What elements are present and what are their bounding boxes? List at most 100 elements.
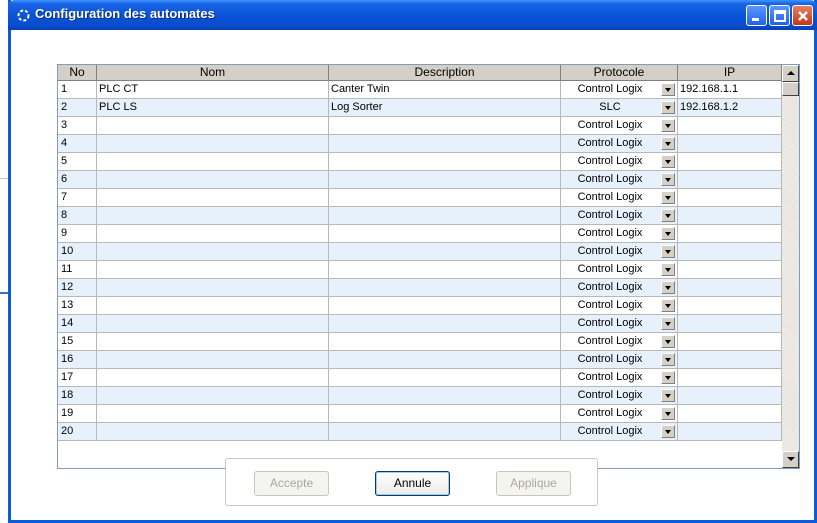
cell-no[interactable]: 4 <box>58 135 97 153</box>
cell-no[interactable]: 1 <box>58 81 97 99</box>
cell-ip[interactable] <box>678 423 782 441</box>
table-row[interactable]: 3 Control Logix <box>58 117 782 135</box>
cell-no[interactable]: 5 <box>58 153 97 171</box>
cell-ip[interactable] <box>678 135 782 153</box>
cell-protocole[interactable]: Control Logix <box>561 297 678 315</box>
cell-protocole[interactable]: Control Logix <box>561 279 678 297</box>
dropdown-arrow-icon[interactable] <box>661 227 675 240</box>
cell-no[interactable]: 12 <box>58 279 97 297</box>
cell-ip[interactable] <box>678 207 782 225</box>
cancel-button[interactable]: Annule <box>375 471 450 496</box>
table-row[interactable]: 9 Control Logix <box>58 225 782 243</box>
cell-nom[interactable] <box>97 297 329 315</box>
table-row[interactable]: 19 Control Logix <box>58 405 782 423</box>
dropdown-arrow-icon[interactable] <box>661 263 675 276</box>
cell-no[interactable]: 11 <box>58 261 97 279</box>
cell-protocole[interactable]: Control Logix <box>561 135 678 153</box>
cell-description[interactable] <box>329 405 561 423</box>
cell-no[interactable]: 2 <box>58 99 97 117</box>
cell-ip[interactable]: 192.168.1.2 <box>678 99 782 117</box>
table-row[interactable]: 5 Control Logix <box>58 153 782 171</box>
cell-nom[interactable] <box>97 189 329 207</box>
cell-nom[interactable] <box>97 351 329 369</box>
cell-nom[interactable] <box>97 117 329 135</box>
cell-ip[interactable] <box>678 333 782 351</box>
cell-nom[interactable] <box>97 279 329 297</box>
cell-no[interactable]: 17 <box>58 369 97 387</box>
cell-ip[interactable] <box>678 171 782 189</box>
table-row[interactable]: 18 Control Logix <box>58 387 782 405</box>
cell-ip[interactable] <box>678 297 782 315</box>
cell-no[interactable]: 13 <box>58 297 97 315</box>
cell-protocole[interactable]: Control Logix <box>561 189 678 207</box>
cell-description[interactable] <box>329 315 561 333</box>
cell-ip[interactable] <box>678 261 782 279</box>
minimize-button[interactable] <box>746 5 767 26</box>
vertical-scrollbar[interactable] <box>782 65 799 468</box>
dropdown-arrow-icon[interactable] <box>661 137 675 150</box>
cell-ip[interactable] <box>678 387 782 405</box>
cell-no[interactable]: 15 <box>58 333 97 351</box>
scroll-up-button[interactable] <box>782 65 799 82</box>
cell-nom[interactable] <box>97 225 329 243</box>
table-row[interactable]: 13 Control Logix <box>58 297 782 315</box>
maximize-button[interactable] <box>769 5 790 26</box>
cell-ip[interactable]: 192.168.1.1 <box>678 81 782 99</box>
cell-no[interactable]: 8 <box>58 207 97 225</box>
cell-description[interactable] <box>329 369 561 387</box>
cell-protocole[interactable]: SLC <box>561 99 678 117</box>
table-row[interactable]: 6 Control Logix <box>58 171 782 189</box>
cell-description[interactable] <box>329 153 561 171</box>
cell-nom[interactable] <box>97 387 329 405</box>
dropdown-arrow-icon[interactable] <box>661 83 675 96</box>
cell-nom[interactable] <box>97 153 329 171</box>
dropdown-arrow-icon[interactable] <box>661 245 675 258</box>
dropdown-arrow-icon[interactable] <box>661 281 675 294</box>
table-row[interactable]: 2 PLC LS Log Sorter SLC 192.168.1.2 <box>58 99 782 117</box>
header-ip[interactable]: IP <box>678 65 782 81</box>
cell-nom[interactable] <box>97 369 329 387</box>
table-row[interactable]: 16 Control Logix <box>58 351 782 369</box>
cell-ip[interactable] <box>678 369 782 387</box>
cell-protocole[interactable]: Control Logix <box>561 351 678 369</box>
cell-protocole[interactable]: Control Logix <box>561 369 678 387</box>
cell-protocole[interactable]: Control Logix <box>561 225 678 243</box>
table-row[interactable]: 17 Control Logix <box>58 369 782 387</box>
cell-description[interactable]: Canter Twin <box>329 81 561 99</box>
dropdown-arrow-icon[interactable] <box>661 209 675 222</box>
cell-protocole[interactable]: Control Logix <box>561 423 678 441</box>
cell-ip[interactable] <box>678 351 782 369</box>
cell-no[interactable]: 7 <box>58 189 97 207</box>
cell-ip[interactable] <box>678 243 782 261</box>
dropdown-arrow-icon[interactable] <box>661 119 675 132</box>
dropdown-arrow-icon[interactable] <box>661 299 675 312</box>
cell-protocole[interactable]: Control Logix <box>561 153 678 171</box>
table-row[interactable]: 8 Control Logix <box>58 207 782 225</box>
dropdown-arrow-icon[interactable] <box>661 371 675 384</box>
cell-nom[interactable] <box>97 333 329 351</box>
dropdown-arrow-icon[interactable] <box>661 335 675 348</box>
cell-description[interactable] <box>329 189 561 207</box>
cell-protocole[interactable]: Control Logix <box>561 117 678 135</box>
cell-description[interactable] <box>329 261 561 279</box>
cell-ip[interactable] <box>678 405 782 423</box>
cell-description[interactable] <box>329 225 561 243</box>
cell-ip[interactable] <box>678 279 782 297</box>
table-row[interactable]: 7 Control Logix <box>58 189 782 207</box>
table-row[interactable]: 14 Control Logix <box>58 315 782 333</box>
cell-protocole[interactable]: Control Logix <box>561 207 678 225</box>
cell-description[interactable] <box>329 387 561 405</box>
dropdown-arrow-icon[interactable] <box>661 425 675 438</box>
cell-nom[interactable]: PLC CT <box>97 81 329 99</box>
cell-description[interactable] <box>329 243 561 261</box>
cell-protocole[interactable]: Control Logix <box>561 333 678 351</box>
title-bar[interactable]: Configuration des automates <box>8 0 817 30</box>
cell-ip[interactable] <box>678 189 782 207</box>
plc-grid[interactable]: No Nom Description Protocole IP 1 PLC CT C… <box>57 64 800 469</box>
dropdown-arrow-icon[interactable] <box>661 173 675 186</box>
cell-no[interactable]: 19 <box>58 405 97 423</box>
header-protocole[interactable]: Protocole <box>561 65 678 81</box>
cell-no[interactable]: 6 <box>58 171 97 189</box>
cell-no[interactable]: 10 <box>58 243 97 261</box>
cell-description[interactable] <box>329 207 561 225</box>
